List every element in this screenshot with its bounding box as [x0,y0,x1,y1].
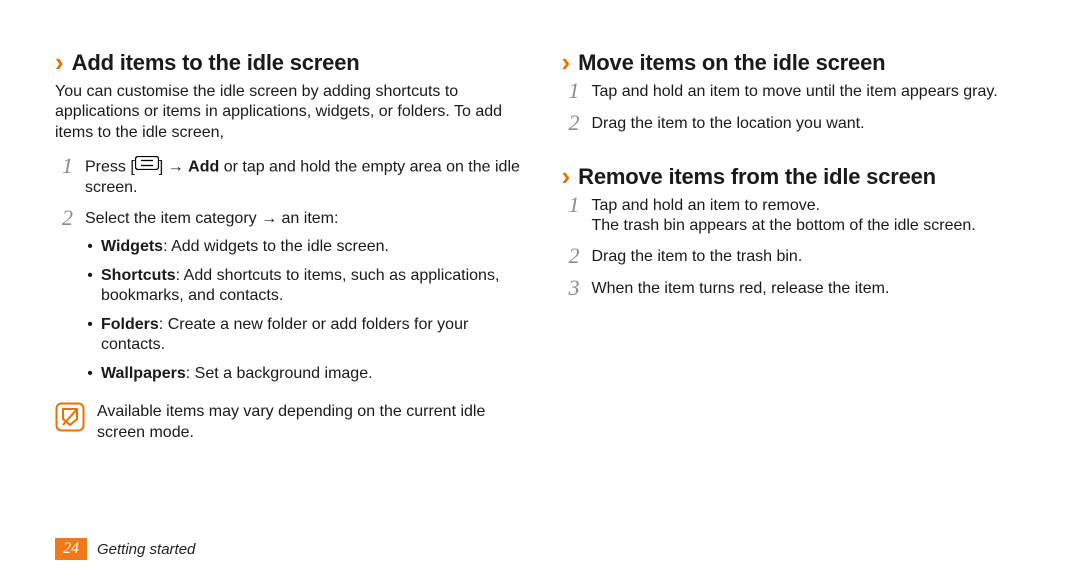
menu-key-icon [135,156,159,176]
intro-paragraph: You can customise the idle screen by add… [55,82,524,143]
bullet-shortcuts: • Shortcuts: Add shortcuts to items, suc… [85,266,524,307]
step-number: 3 [562,277,580,299]
bullet-wallpapers: • Wallpapers: Set a background image. [85,364,524,384]
move-step-1: 1 Tap and hold an item to move until the… [562,82,1031,104]
step-body: When the item turns red, release the ite… [592,279,1031,301]
chevron-right-icon: › [55,49,64,75]
step-body: Tap and hold an item to remove. The tras… [592,196,1031,237]
page-number-badge: 24 [55,538,87,560]
remove-step-2: 2 Drag the item to the trash bin. [562,247,1031,269]
bullet-widgets: • Widgets: Add widgets to the idle scree… [85,237,524,257]
heading-move-items: › Move items on the idle screen [562,50,1031,76]
step-body: Select the item category → an item: • Wi… [85,209,524,392]
bullet-dot: • [85,266,95,307]
step-number: 1 [562,80,580,102]
chevron-right-icon: › [562,49,571,75]
note-icon [55,402,85,432]
add-step-1: 1 Press [] → Add or tap and hold the emp… [55,157,524,198]
note-callout: Available items may vary depending on th… [55,402,524,443]
heading-text: Move items on the idle screen [578,50,885,76]
step-number: 2 [562,245,580,267]
chevron-right-icon: › [562,163,571,189]
bullet-folders: • Folders: Create a new folder or add fo… [85,315,524,356]
remove-step-3: 3 When the item turns red, release the i… [562,279,1031,301]
add-steps-list: 1 Press [] → Add or tap and hold the emp… [55,157,524,392]
step-body: Tap and hold an item to move until the i… [592,82,1031,104]
step-body: Press [] → Add or tap and hold the empty… [85,157,524,198]
step-body: Drag the item to the trash bin. [592,247,1031,269]
page-footer: 24 Getting started [55,538,195,560]
heading-text: Remove items from the idle screen [578,164,936,190]
heading-text: Add items to the idle screen [72,50,360,76]
step-number: 2 [562,112,580,134]
step-body: Drag the item to the location you want. [592,114,1031,136]
item-categories-list: • Widgets: Add widgets to the idle scree… [85,237,524,384]
right-column: › Move items on the idle screen 1 Tap an… [562,50,1031,443]
note-text: Available items may vary depending on th… [97,402,524,443]
move-step-2: 2 Drag the item to the location you want… [562,114,1031,136]
bullet-dot: • [85,364,95,384]
heading-remove-items: › Remove items from the idle screen [562,164,1031,190]
bullet-dot: • [85,315,95,356]
step-number: 2 [55,207,73,390]
bullet-dot: • [85,237,95,257]
chapter-name: Getting started [97,541,195,558]
step-number: 1 [55,155,73,196]
step-number: 1 [562,194,580,235]
move-steps-list: 1 Tap and hold an item to move until the… [562,82,1031,136]
remove-step-1: 1 Tap and hold an item to remove. The tr… [562,196,1031,237]
left-column: › Add items to the idle screen You can c… [55,50,524,443]
heading-add-items: › Add items to the idle screen [55,50,524,76]
add-step-2: 2 Select the item category → an item: • … [55,209,524,392]
two-column-layout: › Add items to the idle screen You can c… [55,50,1030,443]
remove-steps-list: 1 Tap and hold an item to remove. The tr… [562,196,1031,301]
